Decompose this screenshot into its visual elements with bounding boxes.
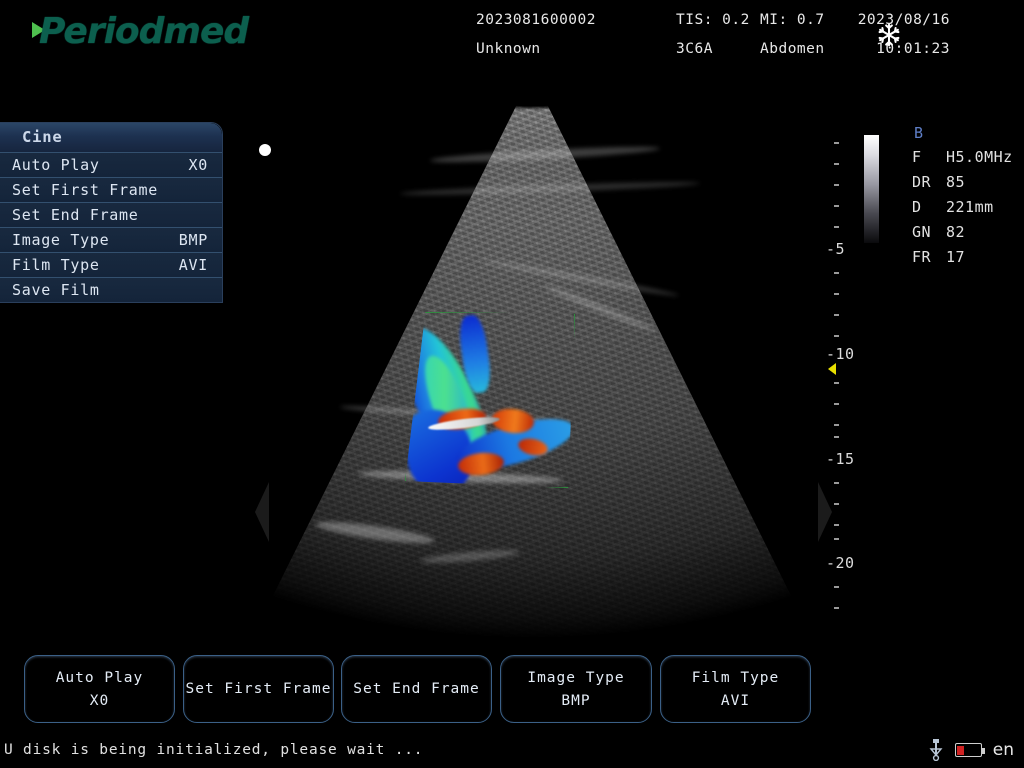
softkey-value: X0 [89, 692, 110, 709]
left-edge-triangle-marker [255, 482, 269, 542]
soft-key-bar: Auto Play X0 Set First Frame Set End Fra… [0, 645, 1024, 733]
param-row-dynamic-range: DR 85 [912, 169, 1024, 194]
header-bar: Periodmed 2023081600002 Unknown TIS: 0.2… [0, 0, 1024, 60]
ultrasound-screen: Periodmed 2023081600002 Unknown TIS: 0.2… [0, 0, 1024, 768]
status-bar: U disk is being initialized, please wait… [0, 733, 1024, 768]
menu-item-label: Film Type [12, 256, 100, 274]
param-value: 17 [946, 247, 966, 266]
param-key: D [912, 197, 922, 216]
param-value: H5.0MHz [946, 147, 1013, 166]
softkey-image-type[interactable]: Image Type BMP [500, 655, 652, 723]
softkey-value: BMP [561, 692, 591, 709]
brand-logo: Periodmed [32, 10, 249, 52]
imaging-mode-label: B [914, 124, 925, 142]
softkey-label: Image Type [527, 669, 625, 686]
language-indicator[interactable]: en [993, 740, 1014, 760]
param-key: FR [912, 247, 932, 266]
menu-item-label: Image Type [12, 231, 110, 249]
grayscale-colorbar [864, 135, 879, 243]
menu-item-label: Set First Frame [12, 181, 158, 199]
depth-label-10: -10 [826, 345, 855, 363]
probe-model: 3C6A [676, 41, 713, 57]
menu-item-label: Save Film [12, 281, 100, 299]
param-key: GN [912, 222, 932, 241]
battery-low-icon[interactable] [954, 743, 985, 757]
cine-menu[interactable]: Cine Auto Play X0 Set First Frame Set En… [0, 122, 223, 303]
ultrasound-image-area[interactable]: -5 -10 -15 -20 B F H5.0MHz DR 85 D 221mm… [0, 60, 1024, 645]
system-date: 2023/08/16 [857, 12, 950, 28]
focus-caret-icon [828, 363, 836, 375]
snowflake-icon [878, 23, 900, 47]
orientation-marker-dot [259, 144, 271, 156]
softkey-set-first-frame[interactable]: Set First Frame [183, 655, 334, 723]
patient-id: 2023081600002 [476, 12, 596, 28]
color-doppler-roi[interactable] [405, 312, 575, 488]
brand-name: Periodmed [39, 10, 249, 52]
param-row-frame-rate: FR 17 [912, 244, 1024, 269]
softkey-label: Set First Frame [185, 681, 332, 697]
depth-label-20: -20 [826, 554, 855, 572]
patient-name: Unknown [476, 41, 541, 57]
param-row-gain: GN 82 [912, 219, 1024, 244]
menu-item-film-type[interactable]: Film Type AVI [0, 252, 222, 277]
param-key: F [912, 147, 922, 166]
softkey-set-end-frame[interactable]: Set End Frame [341, 655, 492, 723]
status-message: U disk is being initialized, please wait… [4, 742, 424, 758]
imaging-parameter-panel: B F H5.0MHz DR 85 D 221mm GN 82 FR 17 [912, 124, 1024, 269]
param-value: 85 [946, 172, 966, 191]
usb-icon[interactable] [928, 739, 944, 761]
menu-item-auto-play[interactable]: Auto Play X0 [0, 152, 222, 177]
softkey-label: Film Type [691, 669, 780, 686]
param-value: 221mm [946, 197, 994, 216]
menu-item-value: X0 [188, 156, 208, 174]
menu-item-value: AVI [178, 256, 208, 274]
param-row-depth: D 221mm [912, 194, 1024, 219]
softkey-label: Auto Play [55, 669, 144, 686]
menu-item-set-end-frame[interactable]: Set End Frame [0, 202, 222, 227]
tis-value: TIS: 0.2 [676, 12, 750, 28]
menu-item-label: Auto Play [12, 156, 100, 174]
param-value: 82 [946, 222, 966, 241]
softkey-value: AVI [720, 692, 751, 709]
mi-value: MI: 0.7 [760, 12, 825, 28]
menu-item-label: Set End Frame [12, 206, 139, 224]
battery-level-fill [957, 745, 964, 755]
param-key: DR [912, 172, 932, 191]
status-tray: en [928, 739, 1014, 761]
depth-label-5: -5 [826, 240, 846, 258]
menu-item-save-film[interactable]: Save Film [0, 277, 222, 302]
softkey-film-type[interactable]: Film Type AVI [660, 655, 811, 723]
param-row-frequency: F H5.0MHz [912, 144, 1024, 169]
depth-label-15: -15 [826, 450, 855, 468]
exam-region: Abdomen [760, 41, 825, 57]
menu-item-image-type[interactable]: Image Type BMP [0, 227, 222, 252]
softkey-auto-play[interactable]: Auto Play X0 [24, 655, 175, 723]
menu-item-value: BMP [178, 231, 208, 249]
menu-item-set-first-frame[interactable]: Set First Frame [0, 177, 222, 202]
depth-scale: -5 -10 -15 -20 [826, 130, 862, 630]
cine-menu-title: Cine [0, 123, 222, 152]
softkey-label: Set End Frame [353, 681, 480, 697]
